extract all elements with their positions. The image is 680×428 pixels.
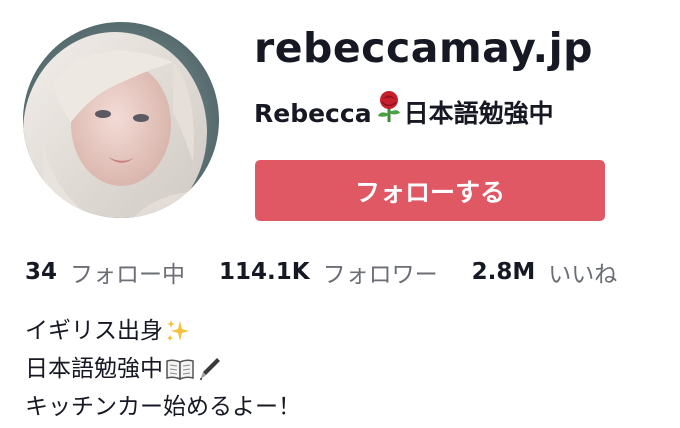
bio-text-2: 日本語勉強中: [25, 356, 163, 382]
followers-count: 114.1K: [219, 259, 310, 285]
open-book-icon: [165, 357, 195, 381]
bio: イギリス出身 日本語勉強中 キッチンカー始めるよー！: [25, 312, 301, 426]
username: rebeccamay.jp: [254, 24, 594, 72]
follow-button[interactable]: フォローする: [255, 160, 605, 221]
display-name: Rebecca 日本語勉強中: [254, 90, 554, 132]
avatar-photo: [23, 22, 219, 218]
bio-line-2: 日本語勉強中: [25, 350, 301, 388]
following-label: フォロー中: [70, 262, 186, 288]
following-count: 34: [25, 259, 58, 285]
profile-stats: 34 フォロー中 114.1K フォロワー 2.8M いいね: [25, 255, 651, 289]
likes-count: 2.8M: [471, 259, 536, 285]
bio-text-1: イギリス出身: [25, 318, 163, 344]
rose-icon: [374, 90, 404, 122]
display-name-prefix: Rebecca: [254, 99, 372, 128]
sparkles-icon: [165, 318, 191, 344]
bio-text-3: キッチンカー始めるよー！: [25, 394, 301, 420]
avatar[interactable]: [23, 22, 219, 218]
stat-likes: 2.8M いいね: [472, 255, 618, 289]
followers-label: フォロワー: [322, 262, 438, 288]
display-name-suffix: 日本語勉強中: [403, 99, 554, 128]
stat-following[interactable]: 34 フォロー中: [25, 255, 185, 289]
bio-line-3: キッチンカー始めるよー！: [25, 388, 301, 426]
fountain-pen-icon: [197, 356, 221, 382]
stat-followers[interactable]: 114.1K フォロワー: [219, 255, 438, 289]
likes-label: いいね: [548, 262, 618, 288]
bio-line-1: イギリス出身: [25, 312, 301, 350]
